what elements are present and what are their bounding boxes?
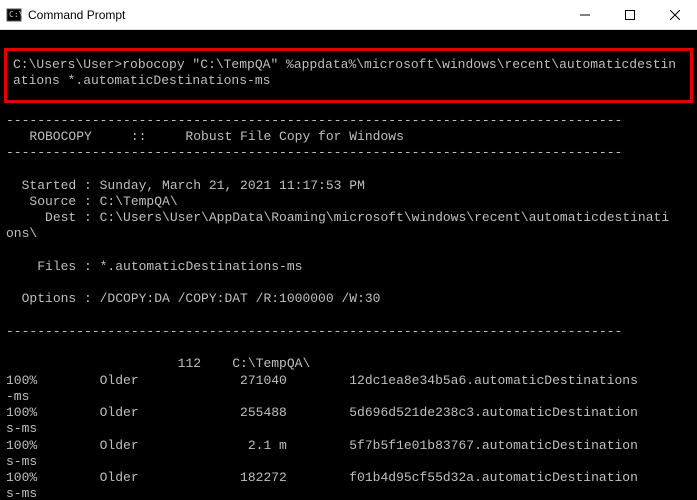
divider: ----------------------------------------… xyxy=(6,145,691,161)
options-line: Options : /DCOPY:DA /COPY:DAT /R:1000000… xyxy=(6,291,691,307)
source-line: Source : C:\TempQA\ xyxy=(6,194,691,210)
dest-line-1: Dest : C:\Users\User\AppData\Roaming\mic… xyxy=(6,210,691,226)
started-line: Started : Sunday, March 21, 2021 11:17:5… xyxy=(6,178,691,194)
blank-line xyxy=(6,243,691,259)
maximize-button[interactable] xyxy=(607,0,652,29)
file-row: 100% Older 271040 12dc1ea8e34b5a6.automa… xyxy=(6,373,691,389)
close-button[interactable] xyxy=(652,0,697,29)
dest-line-2: ons\ xyxy=(6,226,691,242)
file-row: 100% Older 182272 f01b4d95cf55d32a.autom… xyxy=(6,470,691,486)
robocopy-banner: ROBOCOPY :: Robust File Copy for Windows xyxy=(6,129,691,145)
terminal-output[interactable]: C:\Users\User>robocopy "C:\TempQA" %appd… xyxy=(0,30,697,500)
command-line-1: C:\Users\User>robocopy "C:\TempQA" %appd… xyxy=(13,57,684,73)
divider: ----------------------------------------… xyxy=(6,324,691,340)
file-row: 100% Older 255488 5d696d521de238c3.autom… xyxy=(6,405,691,421)
files-line: Files : *.automaticDestinations-ms xyxy=(6,259,691,275)
svg-text:C:\: C:\ xyxy=(9,10,22,19)
blank-line xyxy=(6,340,691,356)
command-highlight: C:\Users\User>robocopy "C:\TempQA" %appd… xyxy=(4,48,693,103)
file-row-wrap: s-ms xyxy=(6,486,691,500)
dir-heading: 112 C:\TempQA\ xyxy=(6,356,691,372)
cmd-icon: C:\ xyxy=(6,7,22,23)
command-line-2: ations *.automaticDestinations-ms xyxy=(13,73,684,89)
file-row-wrap: -ms xyxy=(6,389,691,405)
minimize-button[interactable] xyxy=(562,0,607,29)
window-controls xyxy=(562,0,697,29)
blank-line xyxy=(6,308,691,324)
window-title: Command Prompt xyxy=(28,8,562,22)
file-row: 100% Older 2.1 m 5f7b5f1e01b83767.automa… xyxy=(6,438,691,454)
file-row-wrap: s-ms xyxy=(6,454,691,470)
file-row-wrap: s-ms xyxy=(6,421,691,437)
blank-line xyxy=(6,161,691,177)
divider: ----------------------------------------… xyxy=(6,113,691,129)
titlebar[interactable]: C:\ Command Prompt xyxy=(0,0,697,30)
blank-line xyxy=(6,275,691,291)
